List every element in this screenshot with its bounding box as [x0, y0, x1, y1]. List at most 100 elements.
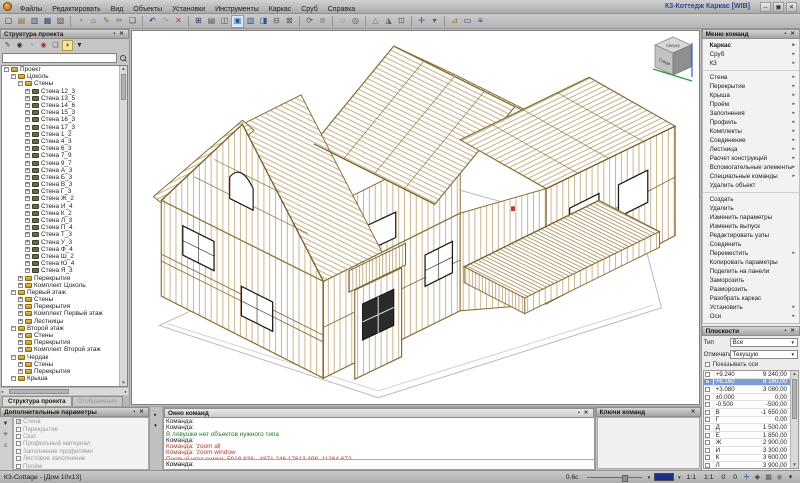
tree-toolbar-icon[interactable]: ◔	[26, 40, 37, 51]
tree-expander-icon[interactable]: +	[18, 369, 23, 374]
tree-expander-icon[interactable]: −	[18, 81, 23, 86]
tree-item[interactable]: +Стена И_4	[2, 203, 119, 210]
tree-expander-icon[interactable]: +	[25, 182, 30, 187]
command-menu-item[interactable]: Поделить на панели	[703, 267, 799, 276]
tree-item[interactable]: +Стены	[2, 332, 119, 339]
toolbar-icon[interactable]: ▢	[2, 15, 15, 28]
tree-item[interactable]: −Второй этаж	[2, 325, 119, 332]
expand-icon[interactable]: ▾	[150, 420, 161, 431]
tree-expander-icon[interactable]: +	[25, 261, 30, 266]
menubar-item[interactable]: Объекты	[128, 6, 167, 13]
param-checkbox[interactable]	[16, 427, 21, 432]
command-menu-item[interactable]: К3▸	[703, 59, 799, 68]
command-menu-item[interactable]: Копировать параметры	[703, 258, 799, 267]
tab-display[interactable]: Отображение	[72, 396, 123, 406]
tree-expander-icon[interactable]: +	[25, 211, 30, 216]
chevron-down-icon[interactable]: ▼	[677, 475, 681, 480]
scroll-thumb[interactable]	[121, 74, 126, 100]
command-menu-item[interactable]: Стена▸	[703, 73, 799, 82]
tree-expander-icon[interactable]: +	[18, 283, 23, 288]
tree-expander-icon[interactable]: +	[25, 196, 30, 201]
tree-expander-icon[interactable]: +	[25, 268, 30, 273]
color-swatch[interactable]	[654, 473, 674, 481]
command-menu-item[interactable]: Специальные команды▸	[703, 172, 799, 181]
tree-expander-icon[interactable]: +	[25, 254, 30, 259]
toolbar-icon[interactable]: ⟳	[303, 15, 316, 28]
extra-side-icon[interactable]: ≡	[0, 440, 11, 451]
tree-item[interactable]: +Стена Г_3	[2, 188, 119, 195]
scale-slider[interactable]	[587, 477, 642, 478]
command-menu-item[interactable]: Удалить	[703, 204, 799, 213]
menubar-item[interactable]: Установки	[167, 6, 210, 13]
tree-expander-icon[interactable]: −	[4, 67, 9, 72]
scroll-thumb[interactable]	[9, 389, 69, 394]
tree-expander-icon[interactable]: −	[11, 290, 16, 295]
param-checkbox[interactable]	[16, 456, 21, 461]
tree-expander-icon[interactable]: +	[18, 347, 23, 352]
tree-item[interactable]: −Стены	[2, 80, 119, 87]
toolbar-icon[interactable]: ⊘	[316, 15, 329, 28]
toolbar-icon[interactable]: ◎	[349, 15, 362, 28]
command-menu-item[interactable]: Перекрытие▸	[703, 82, 799, 91]
tree-item[interactable]: +Стена А_3	[2, 167, 119, 174]
param-checkbox-row[interactable]: Заполнение профилями	[14, 448, 148, 455]
tree-vertical-scrollbar[interactable]: ▲▼	[119, 66, 127, 386]
toolbar-icon[interactable]: ⌂	[87, 15, 100, 28]
tree-expander-icon[interactable]: +	[18, 362, 23, 367]
chevron-down-icon[interactable]: ▼	[647, 475, 651, 480]
tree-item[interactable]: +Стена П_4	[2, 224, 119, 231]
toolbar-icon[interactable]: ⊞	[192, 15, 205, 28]
tree-toolbar-icon[interactable]: ◉	[38, 40, 49, 51]
tree-expander-icon[interactable]: +	[18, 297, 23, 302]
plane-checkbox[interactable]	[705, 387, 710, 392]
tree-expander-icon[interactable]: +	[25, 132, 30, 137]
tree-item[interactable]: +Стена В_3	[2, 181, 119, 188]
toolbar-icon[interactable]: ↶	[146, 15, 159, 28]
tree-item[interactable]: +Стена Ф_4	[2, 246, 119, 253]
tree-expander-icon[interactable]: +	[25, 247, 30, 252]
status-icon[interactable]: ▾	[785, 473, 796, 481]
tree-item[interactable]: +Стены	[2, 296, 119, 303]
planes-type-select[interactable]: Все ▼	[730, 338, 798, 347]
tree-item[interactable]: +Стена К_2	[2, 210, 119, 217]
command-menu-item[interactable]: Изменить выпуск	[703, 222, 799, 231]
tree-expander-icon[interactable]: +	[25, 232, 30, 237]
plane-checkbox[interactable]	[705, 448, 710, 453]
command-menu-item[interactable]: Переместить▸	[703, 249, 799, 258]
tree-expander-icon[interactable]: +	[25, 168, 30, 173]
planes-mark-select[interactable]: Текущую ▼	[730, 350, 798, 359]
tree-expander-icon[interactable]: +	[18, 319, 23, 324]
minimize-button[interactable]: –	[760, 2, 771, 12]
status-icon[interactable]: ▦	[763, 473, 774, 481]
param-checkbox-row[interactable]: Скат	[14, 433, 148, 440]
pin-icon[interactable]: ▪	[131, 409, 138, 415]
tree-expander-icon[interactable]: +	[25, 125, 30, 130]
toolbar-icon[interactable]: ✕	[172, 15, 185, 28]
plane-checkbox[interactable]	[705, 402, 710, 407]
tree-item[interactable]: +Стена У_3	[2, 239, 119, 246]
param-checkbox[interactable]: ✓	[16, 419, 21, 424]
tree-item[interactable]: +Стена Я_3	[2, 267, 119, 274]
plane-checkbox[interactable]	[705, 440, 710, 445]
toolbar-icon[interactable]: ⊠	[283, 15, 296, 28]
toolbar-icon[interactable]: ◔	[74, 15, 87, 28]
tree-expander-icon[interactable]: +	[25, 175, 30, 180]
param-checkbox-row[interactable]: Перекрытие	[14, 425, 148, 432]
tree-item[interactable]: +Стена 16_3	[2, 116, 119, 123]
tree-expander-icon[interactable]: +	[25, 117, 30, 122]
toolbar-icon[interactable]: ⊟	[270, 15, 283, 28]
command-menu-item[interactable]: Вспомогательные элементы▸	[703, 163, 799, 172]
search-input[interactable]	[2, 53, 117, 63]
command-menu-item[interactable]: Соединение▸	[703, 136, 799, 145]
param-checkbox[interactable]	[16, 441, 21, 446]
tree-item[interactable]: +Стена Ш_2	[2, 253, 119, 260]
toolbar-icon[interactable]: ❏	[126, 15, 139, 28]
tree-expander-icon[interactable]: +	[25, 189, 30, 194]
tab-project-structure[interactable]: Структура проекта	[2, 396, 72, 406]
toolbar-icon[interactable]: ⊡	[395, 15, 408, 28]
tree-item[interactable]: +Стена Ю_4	[2, 260, 119, 267]
tree-item[interactable]: +Стена 7_9	[2, 152, 119, 159]
param-checkbox-row[interactable]: Проём	[14, 462, 148, 469]
tree-toolbar-icon[interactable]: ❏	[50, 40, 61, 51]
plane-checkbox[interactable]: ✓	[705, 379, 710, 384]
